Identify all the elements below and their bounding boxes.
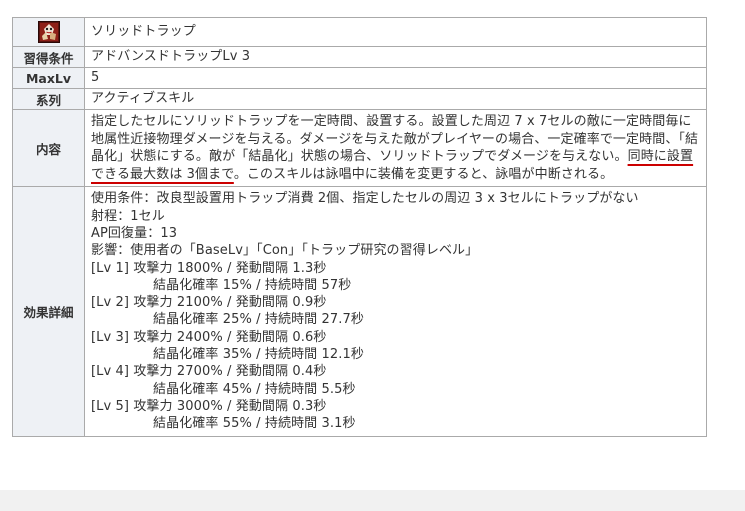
description-row: 内容 指定したセルにソリッドトラップを一定時間、設置する。設置した周辺 7 x …: [12, 108, 707, 188]
details-row: 効果詳細 使用条件：改良型設置用トラップ消費 2個、指定したセルの周辺 3 x …: [12, 186, 707, 437]
level-sub-line: 結晶化確率 45% / 持続時間 5.5秒: [153, 381, 356, 397]
maxlv-value: 5: [84, 67, 707, 89]
level-line: [Lv 5] 攻撃力 3000% / 発動間隔 0.3秒: [91, 398, 327, 414]
prereq-value: アドバンスドトラップLv 3: [84, 46, 707, 68]
level-sub-line: 結晶化確率 55% / 持続時間 3.1秒: [153, 416, 356, 432]
description-label: 内容: [12, 108, 85, 188]
skill-table: ソリッドトラップ 習得条件 アドバンスドトラップLv 3 MaxLv 5 系列 …: [12, 17, 707, 437]
level-sub-line: 結晶化確率 35% / 持続時間 12.1秒: [153, 347, 364, 363]
detail-line: 影響：使用者の「BaseLv」「Con」「トラップ研究の習得レベル」: [91, 243, 479, 259]
description-text-after: 。このスキルは詠唱中に装備を変更すると、詠唱が中断される。: [233, 166, 614, 182]
maxlv-label: MaxLv: [12, 67, 85, 89]
detail-line: AP回復量：13: [91, 225, 178, 241]
skill-name-row: ソリッドトラップ: [12, 17, 707, 47]
description-text: 指定したセルにソリッドトラップを一定時間、設置する。設置した周辺 7 x 7セル…: [84, 108, 707, 188]
level-line: [Lv 2] 攻撃力 2100% / 発動間隔 0.9秒: [91, 295, 327, 311]
type-value: アクティブスキル: [84, 88, 707, 110]
maxlv-row: MaxLv 5: [12, 67, 707, 89]
details-content: 使用条件：改良型設置用トラップ消費 2個、指定したセルの周辺 3 x 3セルにト…: [84, 186, 707, 437]
detail-line: 射程：1セル: [91, 208, 165, 224]
skill-name: ソリッドトラップ: [84, 17, 707, 47]
detail-line: 使用条件：改良型設置用トラップ消費 2個、指定したセルの周辺 3 x 3セルにト…: [91, 191, 639, 207]
level-line: [Lv 4] 攻撃力 2700% / 発動間隔 0.4秒: [91, 364, 327, 380]
prereq-row: 習得条件 アドバンスドトラップLv 3: [12, 46, 707, 68]
skill-icon-cell: [12, 17, 85, 47]
description-text-before: 指定したセルにソリッドトラップを一定時間、設置する。設置した周辺 7 x 7セル…: [91, 114, 699, 165]
type-row: 系列 アクティブスキル: [12, 88, 707, 110]
trap-crystal-icon: [37, 21, 60, 43]
details-label: 効果詳細: [12, 186, 85, 437]
level-sub-line: 結晶化確率 25% / 持続時間 27.7秒: [153, 312, 364, 328]
level-sub-line: 結晶化確率 15% / 持続時間 57秒: [153, 277, 352, 293]
footer-band: [0, 490, 745, 511]
type-label: 系列: [12, 88, 85, 110]
level-line: [Lv 1] 攻撃力 1800% / 発動間隔 1.3秒: [91, 260, 327, 276]
level-line: [Lv 3] 攻撃力 2400% / 発動間隔 0.6秒: [91, 329, 327, 345]
page: ソリッドトラップ 習得条件 アドバンスドトラップLv 3 MaxLv 5 系列 …: [0, 0, 745, 490]
prereq-label: 習得条件: [12, 46, 85, 68]
